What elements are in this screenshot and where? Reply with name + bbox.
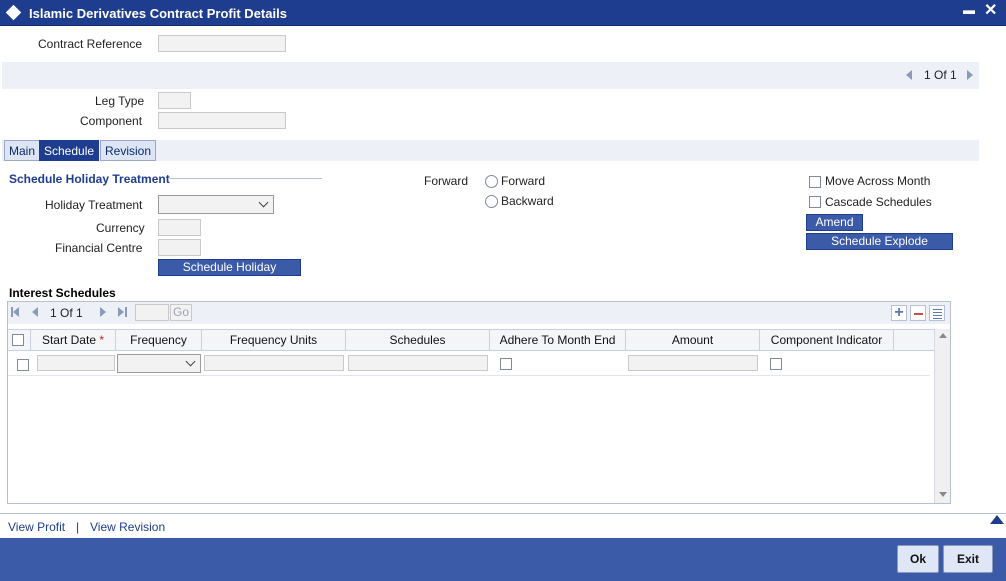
forward-option-label: Forward [501,174,546,188]
schedule-holiday-button[interactable]: Schedule Holiday [158,259,301,276]
goto-page-field[interactable] [135,304,169,321]
backward-radio[interactable] [485,195,498,208]
footer-bar [0,538,1006,581]
minimize-icon[interactable]: ▬ [963,2,975,18]
grid-scrollbar[interactable] [934,329,950,503]
cascade-schedules-label: Cascade Schedules [825,195,932,209]
view-revision-link[interactable]: View Revision [90,520,165,534]
start-date-cell[interactable] [37,355,115,371]
tab-main[interactable]: Main [4,140,41,161]
previous-page-icon[interactable] [32,307,38,317]
collapse-up-icon[interactable] [990,515,1004,524]
leg-type-label: Leg Type [95,94,145,108]
forward-radio[interactable] [485,175,498,188]
last-page-icon[interactable] [118,307,124,317]
column-frequency-units[interactable]: Frequency Units [202,330,346,351]
frequency-units-cell[interactable] [204,355,344,371]
delete-row-icon[interactable] [910,305,926,321]
record-pager-band [2,62,979,89]
schedule-holiday-section-title: Schedule Holiday Treatment [9,172,170,186]
select-all-checkbox[interactable] [12,334,24,346]
previous-record-icon[interactable] [906,70,912,80]
view-profit-link[interactable]: View Profit [8,520,65,534]
chevron-down-icon [258,197,269,208]
frequency-select[interactable] [117,354,201,373]
tab-revision[interactable]: Revision [100,140,157,161]
record-pager: 1 Of 1 [924,68,957,82]
exit-button[interactable]: Exit [943,545,993,573]
schedule-explode-button[interactable]: Schedule Explode [806,233,953,250]
grid-pager: 1 Of 1 [50,306,83,320]
link-separator: | [76,520,80,534]
grid-page-current: 1 [50,306,57,320]
leg-type-field[interactable] [158,92,191,109]
column-start-date[interactable]: Start Date * [30,330,116,351]
next-record-icon[interactable] [967,70,973,80]
holiday-treatment-label: Holiday Treatment [45,198,143,212]
contract-reference-label: Contract Reference [38,37,143,51]
holiday-treatment-select[interactable] [158,195,274,214]
first-page-icon[interactable] [13,307,19,317]
column-component-indicator[interactable]: Component Indicator [760,330,894,351]
grid-page-of-label: Of [60,306,73,320]
amount-cell[interactable] [628,355,758,371]
last-page-bar [125,307,127,317]
move-across-month-checkbox[interactable] [809,176,821,188]
column-frequency[interactable]: Frequency [116,330,202,351]
window-title: Islamic Derivatives Contract Profit Deta… [29,6,287,21]
next-page-icon[interactable] [100,307,106,317]
interest-schedules-title: Interest Schedules [9,286,116,300]
grid-page-total: 1 [76,306,83,320]
move-across-month-label: Move Across Month [825,174,931,188]
component-indicator-checkbox[interactable] [770,358,782,370]
column-start-date-label: Start Date [41,333,96,347]
column-amount[interactable]: Amount [626,330,760,351]
tab-schedule[interactable]: Schedule [39,140,100,161]
links-divider [0,513,1006,514]
single-view-icon[interactable] [929,305,945,321]
row-select-checkbox[interactable] [17,359,29,371]
ok-button[interactable]: Ok [897,545,939,573]
adhere-to-month-end-checkbox[interactable] [500,358,512,370]
contract-reference-field[interactable] [158,35,286,52]
forward-label: Forward [424,174,469,188]
chevron-down-icon [185,356,196,367]
scroll-down-icon[interactable] [939,492,947,497]
record-total: 1 [950,68,957,82]
required-marker: * [99,333,105,347]
add-row-icon[interactable]: + [891,305,907,321]
record-of-label: Of [934,68,947,82]
cascade-schedules-checkbox[interactable] [809,196,821,208]
close-icon[interactable]: ✕ [984,3,997,19]
go-button[interactable]: Go [170,304,192,321]
backward-option-label: Backward [501,194,554,208]
section-divider [170,178,322,179]
component-label: Component [80,114,143,128]
schedules-cell[interactable] [348,355,488,371]
scroll-up-icon[interactable] [939,333,947,338]
component-field[interactable] [158,112,286,129]
financial-centre-label: Financial Centre [55,241,143,255]
column-schedules[interactable]: Schedules [346,330,490,351]
record-current: 1 [924,68,931,82]
currency-label: Currency [96,221,145,235]
amend-button[interactable]: Amend [806,214,863,231]
financial-centre-field[interactable] [158,239,201,256]
currency-field[interactable] [158,219,201,236]
column-adhere-to-month-end[interactable]: Adhere To Month End [490,330,626,351]
